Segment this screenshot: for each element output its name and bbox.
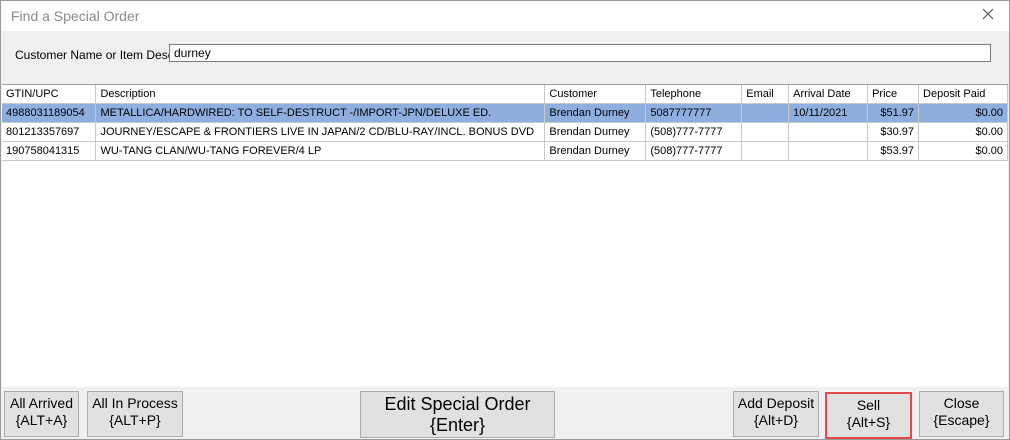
column-header-arrival-date[interactable]: Arrival Date <box>788 85 869 104</box>
results-table: GTIN/UPC Description Customer Telephone … <box>2 85 1008 161</box>
column-header-description[interactable]: Description <box>95 85 546 104</box>
cell-description: WU-TANG CLAN/WU-TANG FOREVER/4 LP <box>95 141 546 161</box>
cell-telephone: (508)777-7777 <box>645 141 743 161</box>
all-arrived-label: All Arrived <box>9 395 74 411</box>
edit-special-order-shortcut: {Enter} <box>429 415 486 435</box>
cell-description: METALLICA/HARDWIRED: TO SELF-DESTRUCT -/… <box>95 103 546 123</box>
cell-email <box>741 103 790 123</box>
all-in-process-shortcut: {ALT+P} <box>109 412 161 428</box>
all-arrived-button[interactable]: All Arrived {ALT+A} <box>4 391 79 437</box>
sell-button[interactable]: Sell {Alt+S} <box>825 392 912 439</box>
cell-telephone: 5087777777 <box>645 103 743 123</box>
results-grid: GTIN/UPC Description Customer Telephone … <box>2 84 1008 387</box>
close-label: Close <box>943 395 980 411</box>
cell-price: $30.97 <box>867 122 920 142</box>
add-deposit-label: Add Deposit <box>737 395 815 411</box>
column-header-telephone[interactable]: Telephone <box>645 85 743 104</box>
add-deposit-button[interactable]: Add Deposit {Alt+D} <box>733 391 819 437</box>
cell-gtin: 4988031189054 <box>2 103 97 123</box>
table-header: GTIN/UPC Description Customer Telephone … <box>2 85 1008 104</box>
column-header-email[interactable]: Email <box>741 85 790 104</box>
table-row[interactable]: 190758041315 WU-TANG CLAN/WU-TANG FOREVE… <box>2 141 1008 161</box>
title-bar: Find a Special Order <box>1 1 1009 31</box>
button-bar: All Arrived {ALT+A} All In Process {ALT+… <box>1 387 1009 439</box>
sell-shortcut: {Alt+S} <box>846 414 891 430</box>
all-arrived-shortcut: {ALT+A} <box>15 412 68 428</box>
cell-email <box>741 122 790 142</box>
search-input[interactable] <box>169 44 991 62</box>
all-in-process-label: All In Process <box>92 395 178 411</box>
filter-row: Customer Name or Item Desc: <box>1 31 1009 81</box>
special-order-dialog: Find a Special Order Customer Name or It… <box>0 0 1010 440</box>
all-in-process-button[interactable]: All In Process {ALT+P} <box>87 391 183 437</box>
close-shortcut: {Escape} <box>933 412 990 428</box>
column-header-deposit-paid[interactable]: Deposit Paid <box>918 85 1008 104</box>
table-row[interactable]: 4988031189054 METALLICA/HARDWIRED: TO SE… <box>2 103 1008 123</box>
edit-special-order-button[interactable]: Edit Special Order {Enter} <box>360 391 555 438</box>
cell-arrival-date <box>788 141 869 161</box>
cell-price: $51.97 <box>867 103 920 123</box>
cell-description: JOURNEY/ESCAPE & FRONTIERS LIVE IN JAPAN… <box>95 122 546 142</box>
cell-deposit-paid: $0.00 <box>918 122 1008 142</box>
cell-customer: Brendan Durney <box>544 141 647 161</box>
add-deposit-shortcut: {Alt+D} <box>754 412 798 428</box>
cell-deposit-paid: $0.00 <box>918 103 1008 123</box>
cell-email <box>741 141 790 161</box>
column-header-customer[interactable]: Customer <box>544 85 647 104</box>
cell-deposit-paid: $0.00 <box>918 141 1008 161</box>
column-header-gtin[interactable]: GTIN/UPC <box>2 85 97 104</box>
cell-arrival-date: 10/11/2021 <box>788 103 869 123</box>
cell-customer: Brendan Durney <box>544 103 647 123</box>
close-icon[interactable] <box>981 7 995 21</box>
close-button[interactable]: Close {Escape} <box>919 391 1004 437</box>
cell-arrival-date <box>788 122 869 142</box>
cell-gtin: 801213357697 <box>2 122 97 142</box>
column-header-price[interactable]: Price <box>867 85 920 104</box>
cell-price: $53.97 <box>867 141 920 161</box>
edit-special-order-label: Edit Special Order <box>384 394 531 414</box>
table-row[interactable]: 801213357697 JOURNEY/ESCAPE & FRONTIERS … <box>2 122 1008 142</box>
sell-label: Sell <box>856 397 881 413</box>
cell-telephone: (508)777-7777 <box>645 122 743 142</box>
cell-gtin: 190758041315 <box>2 141 97 161</box>
window-title: Find a Special Order <box>11 8 140 24</box>
cell-customer: Brendan Durney <box>544 122 647 142</box>
search-label: Customer Name or Item Desc: <box>15 48 178 62</box>
